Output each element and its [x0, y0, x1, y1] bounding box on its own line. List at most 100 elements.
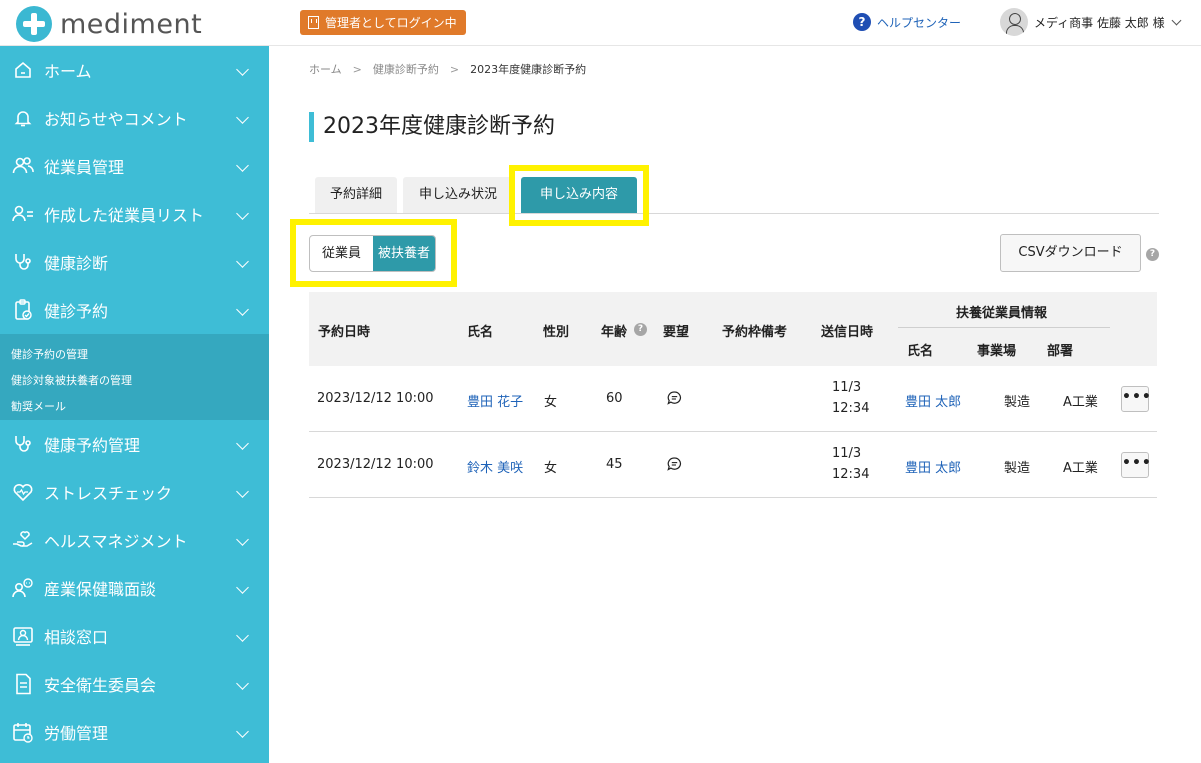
chevron-down-icon: [236, 725, 249, 738]
highlight-box: [509, 165, 649, 226]
cell-sent-date: 11/3: [832, 380, 862, 395]
sidebar-item-checkup-reservation[interactable]: 健診予約: [0, 286, 269, 334]
sidebar-item-home[interactable]: ホーム: [0, 46, 269, 94]
user-menu[interactable]: メディ商事 佐藤 太郎 様: [1000, 8, 1182, 36]
cell-name-link[interactable]: 豊田 花子: [467, 391, 523, 410]
cell-sent-time: 12:34: [832, 467, 870, 482]
column-header-reserve-datetime: 予約日時: [318, 325, 371, 340]
calendar-icon: [12, 721, 34, 743]
consult-icon: [12, 625, 34, 647]
row-more-button[interactable]: •••: [1121, 386, 1151, 412]
top-header: mediment 管理者としてログイン中 ? ヘルプセンター メディ商事 佐藤 …: [0, 0, 1201, 46]
breadcrumb-separator: >: [449, 62, 460, 76]
cell-sponsor-name-link[interactable]: 豊田 太郎: [905, 457, 961, 476]
document-icon: [12, 673, 34, 695]
chevron-down-icon: [236, 437, 249, 450]
user-name: メディ商事 佐藤 太郎 様: [1034, 15, 1165, 30]
row-more-button[interactable]: •••: [1121, 452, 1151, 478]
request-comment-icon[interactable]: [667, 457, 682, 471]
sidebar-item-employees[interactable]: 従業員管理: [0, 142, 269, 190]
sidebar-item-label: ストレスチェック: [44, 484, 173, 503]
cell-reserve-datetime: 2023/12/12 10:00: [317, 457, 434, 472]
cell-sponsor-site: 製造: [1004, 395, 1031, 410]
sidebar-item-label: 従業員管理: [44, 158, 125, 177]
chevron-down-icon: [236, 255, 249, 268]
sidebar-subitem-dependents-management[interactable]: 健診対象被扶養者の管理: [0, 368, 269, 394]
cell-sponsor-dept: A工業: [1063, 461, 1098, 476]
cell-sponsor-name-link[interactable]: 豊田 太郎: [905, 391, 961, 410]
sidebar-item-label: 健診予約: [44, 302, 109, 321]
sidebar-subitem-recommendation-mail[interactable]: 勧奨メール: [0, 394, 269, 420]
column-group-sponsor-info: 扶養従業員情報: [956, 306, 1048, 321]
cell-sponsor-dept: A工業: [1063, 395, 1098, 410]
cell-name-link[interactable]: 鈴木 美咲: [467, 457, 523, 476]
help-icon[interactable]: ?: [1146, 248, 1159, 261]
page-title: 2023年度健康診断予約: [309, 112, 555, 142]
column-header-sent-datetime: 送信日時: [821, 325, 874, 340]
chevron-down-icon: [236, 677, 249, 690]
cell-gender: 女: [544, 395, 558, 410]
sidebar-item-safety-committee[interactable]: 安全衛生委員会: [0, 660, 269, 708]
admin-badge-label: 管理者としてログイン中: [325, 16, 457, 30]
chevron-down-icon: [236, 207, 249, 220]
divider: [898, 327, 1110, 328]
sidebar-item-label: 健康診断: [44, 254, 109, 273]
chevron-down-icon: [236, 581, 249, 594]
help-icon: ?: [853, 13, 871, 31]
sidebar-item-notifications[interactable]: お知らせやコメント: [0, 94, 269, 142]
sidebar-item-health-checkup[interactable]: 健康診断: [0, 238, 269, 286]
building-icon: [308, 16, 319, 29]
sidebar-item-label: ヘルスマネジメント: [44, 532, 188, 551]
cell-age: 60: [606, 391, 623, 406]
help-center-label: ヘルプセンター: [877, 15, 962, 30]
cell-reserve-datetime: 2023/12/12 10:00: [317, 391, 434, 406]
hand-heart-icon: [12, 529, 34, 551]
cell-sponsor-site: 製造: [1004, 461, 1031, 476]
table-header: 予約日時 氏名 性別 年齢 ? 要望 予約枠備考 送信日時 扶養従業員情報 氏名…: [309, 292, 1157, 366]
stethoscope-icon: [12, 251, 34, 273]
csv-download-button[interactable]: CSVダウンロード: [1000, 234, 1141, 272]
cell-sent-date: 11/3: [832, 446, 862, 461]
tab-bar: 予約詳細 申し込み状況 申し込み内容: [309, 177, 1159, 214]
breadcrumb: ホーム > 健康診断予約 > 2023年度健康診断予約: [309, 61, 586, 77]
logo-text: mediment: [60, 8, 203, 40]
sidebar-item-stress-check[interactable]: ストレスチェック: [0, 468, 269, 516]
tab-application-status[interactable]: 申し込み状況: [403, 177, 513, 213]
sidebar-item-label: 安全衛生委員会: [44, 676, 157, 695]
breadcrumb-checkup-reservation[interactable]: 健康診断予約: [373, 61, 439, 77]
highlight-box: [290, 219, 457, 287]
breadcrumb-home[interactable]: ホーム: [309, 61, 342, 77]
sidebar-item-health-management[interactable]: ヘルスマネジメント: [0, 516, 269, 564]
chevron-down-icon: [1171, 15, 1182, 25]
sidebar: ホーム お知らせやコメント 従業員管理 作成した従業員リスト 健康診断 健診予約: [0, 46, 269, 763]
chevron-down-icon: [236, 63, 249, 76]
sidebar-item-label: お知らせやコメント: [44, 110, 188, 129]
sidebar-item-labor-management[interactable]: 労働管理: [0, 708, 269, 756]
sidebar-subitem-reservation-management[interactable]: 健診予約の管理: [0, 342, 269, 368]
help-center-link[interactable]: ? ヘルプセンター: [853, 13, 961, 31]
sidebar-item-label: 産業保健職面談: [44, 580, 157, 599]
sidebar-item-health-reservation-management[interactable]: 健康予約管理: [0, 420, 269, 468]
logo[interactable]: mediment: [16, 6, 202, 42]
sidebar-item-occupational-interview[interactable]: 産業保健職面談: [0, 564, 269, 612]
column-header-request: 要望: [663, 325, 690, 340]
sidebar-item-employee-lists[interactable]: 作成した従業員リスト: [0, 190, 269, 238]
sidebar-item-label: 作成した従業員リスト: [44, 206, 205, 225]
tab-reservation-details[interactable]: 予約詳細: [315, 177, 397, 213]
table-row: 2023/12/12 10:00 豊田 花子 女 60 11/3 12:34 豊…: [309, 366, 1157, 432]
request-comment-icon[interactable]: [667, 391, 682, 405]
cell-age: 45: [606, 457, 623, 472]
chevron-down-icon: [236, 533, 249, 546]
breadcrumb-current: 2023年度健康診断予約: [470, 63, 587, 76]
sidebar-submenu: 健診予約の管理 健診対象被扶養者の管理 勧奨メール: [0, 334, 269, 420]
clipboard-check-icon: [12, 299, 34, 321]
help-icon[interactable]: ?: [634, 323, 647, 336]
sidebar-item-label: 相談窓口: [44, 628, 109, 647]
bell-icon: [12, 107, 34, 129]
column-header-gender: 性別: [543, 325, 570, 340]
home-icon: [12, 59, 34, 81]
avatar: [1000, 8, 1028, 36]
column-header-age: 年齢: [601, 325, 628, 340]
chevron-down-icon: [236, 303, 249, 316]
sidebar-item-consultation[interactable]: 相談窓口: [0, 612, 269, 660]
